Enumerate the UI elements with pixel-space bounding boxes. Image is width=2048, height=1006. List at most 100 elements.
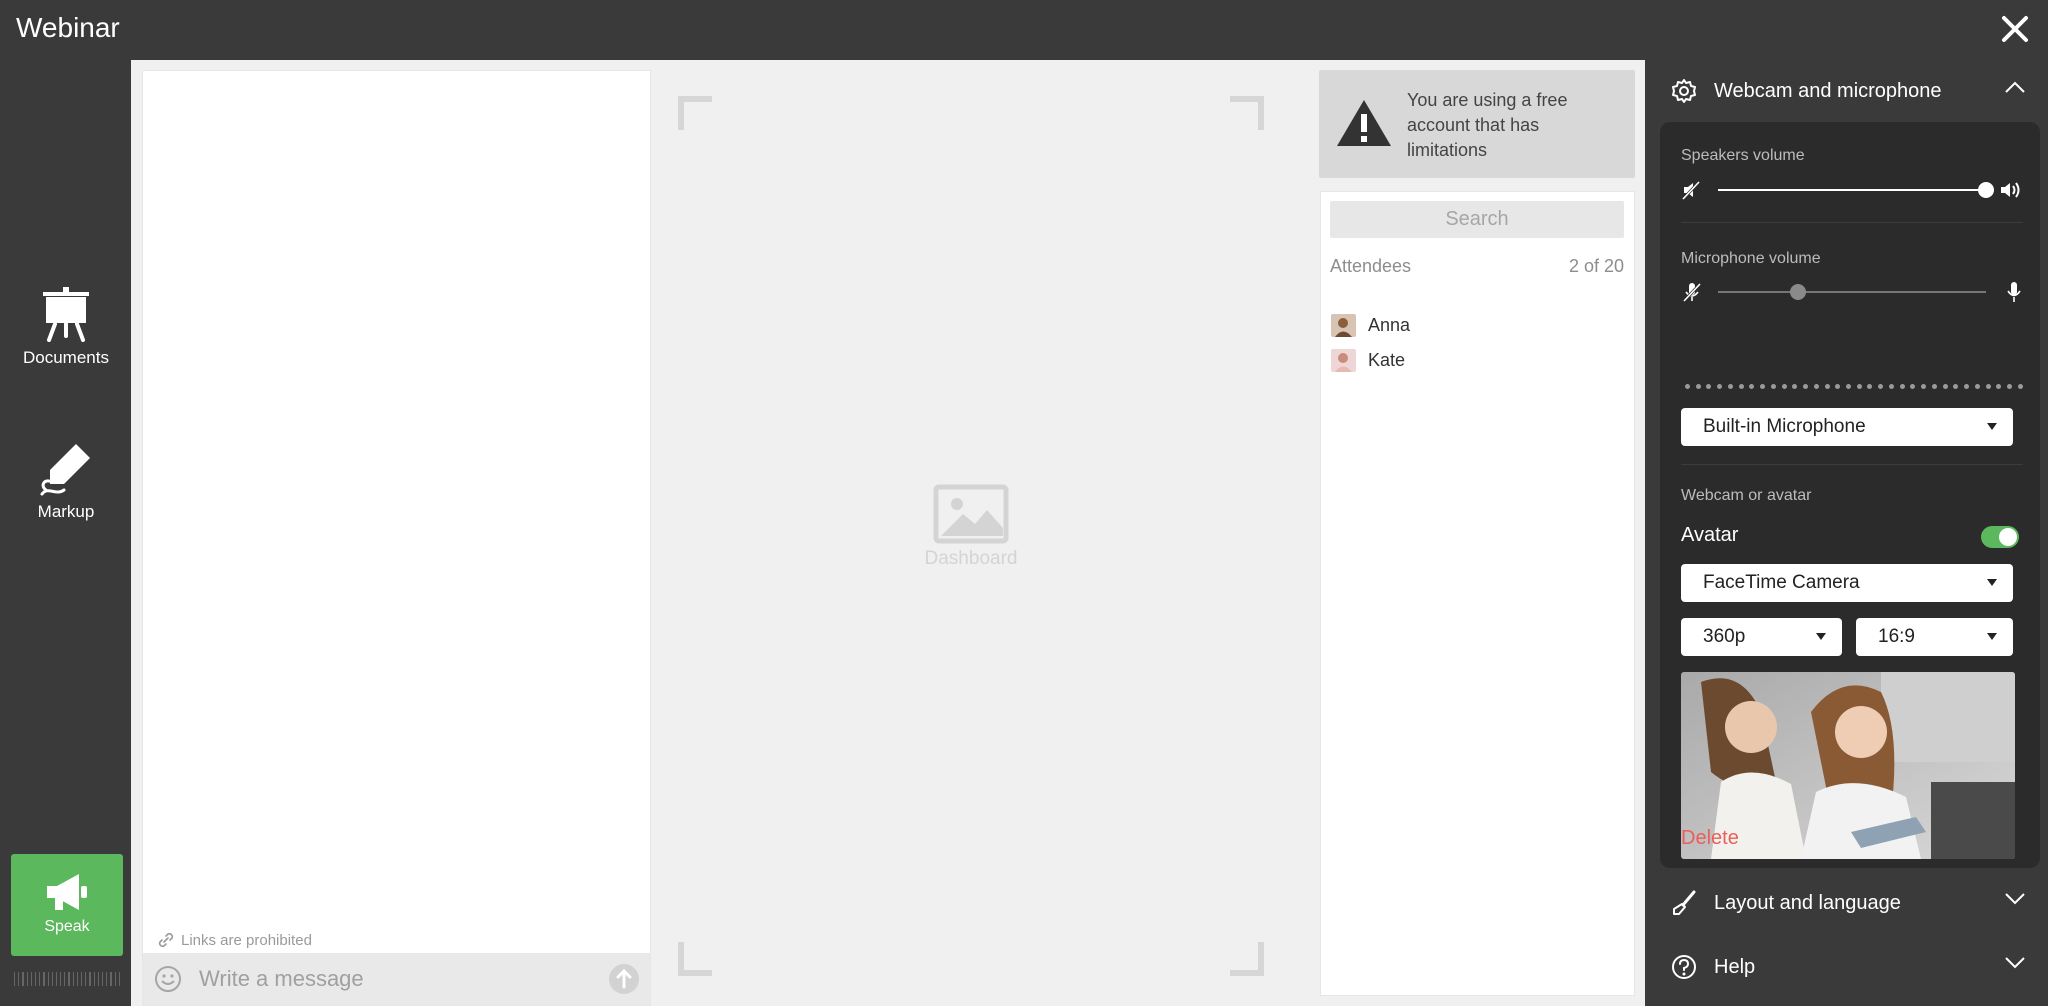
sidebar-item-label: Documents <box>23 348 109 367</box>
level-dot <box>1942 384 1948 389</box>
avatar-toggle[interactable] <box>1981 526 2019 548</box>
links-note-text: Links are prohibited <box>181 931 312 949</box>
sidebar-item-markup[interactable]: Markup <box>0 440 132 522</box>
speaker-loud-icon[interactable] <box>1999 179 2023 201</box>
chevron-down-icon <box>2005 893 2025 905</box>
select-value: Built-in Microphone <box>1703 416 1866 437</box>
level-dot <box>1899 384 1905 389</box>
main-area: Links are prohibited Write a message Das… <box>131 60 1645 1006</box>
help-section-header[interactable]: Help <box>1646 939 2048 995</box>
level-dot <box>1931 384 1937 389</box>
slider-track[interactable] <box>1718 284 1986 300</box>
paintbrush-icon <box>1673 890 1696 915</box>
level-dot <box>1813 384 1819 389</box>
message-input[interactable] <box>183 966 608 992</box>
divider <box>1681 464 2023 465</box>
close-icon <box>2002 16 2028 42</box>
resolution-select[interactable]: 360p <box>1681 618 1842 656</box>
slider-track[interactable] <box>1718 182 1994 198</box>
microphone-volume-label: Microphone volume <box>1681 250 1821 267</box>
delete-button[interactable]: Delete <box>1681 827 1739 850</box>
microphone-volume-slider[interactable] <box>1681 279 2023 305</box>
chat-panel: Links are prohibited <box>142 70 651 1006</box>
level-dot <box>1685 384 1690 389</box>
caret-down-icon <box>1816 633 1826 640</box>
speak-button[interactable]: Speak <box>11 854 123 956</box>
caret-down-icon <box>1987 423 1997 430</box>
level-dot <box>1781 384 1787 389</box>
marker-pen-icon <box>40 444 90 496</box>
close-button[interactable] <box>1998 12 2032 46</box>
chat-input-row <box>143 953 650 1005</box>
level-dot <box>1706 384 1712 389</box>
attendees-count: 2 of 20 <box>1568 256 1624 276</box>
dashboard-label: Dashboard <box>924 548 1018 569</box>
section-title: Layout and language <box>1714 891 1901 914</box>
app-title: Webinar <box>16 12 120 43</box>
level-dot <box>1846 384 1852 389</box>
level-dot <box>1835 384 1841 389</box>
level-dot <box>1985 384 1991 389</box>
caret-down-icon <box>1987 579 1997 586</box>
select-value: 360p <box>1703 626 1746 647</box>
speakers-volume-slider[interactable] <box>1681 177 2023 203</box>
send-arrow-icon[interactable] <box>608 963 640 995</box>
webcam-microphone-section-body: Speakers volume Microphone volume Built-… <box>1660 122 2040 868</box>
question-circle-icon <box>1672 955 1696 979</box>
select-value: 16:9 <box>1878 626 1915 647</box>
aspect-ratio-select[interactable]: 16:9 <box>1856 618 2013 656</box>
level-dot <box>1996 384 2002 389</box>
frame-corner <box>1230 942 1264 976</box>
list-item[interactable]: Kate <box>1331 343 1621 378</box>
divider <box>1681 222 2023 223</box>
attendees-list: Anna Kate <box>1331 308 1621 378</box>
level-dot <box>1727 384 1733 389</box>
section-title: Webcam and microphone <box>1714 79 1942 102</box>
slider-thumb[interactable] <box>1978 182 1994 198</box>
level-dot <box>1953 384 1959 389</box>
level-dot <box>1964 384 1970 389</box>
microphone-icon[interactable] <box>2005 281 2023 303</box>
toggle-knob <box>1999 528 2017 546</box>
list-item[interactable]: Anna <box>1331 308 1621 343</box>
warning-icon <box>1337 100 1391 146</box>
section-title: Help <box>1714 955 1756 978</box>
speaker-mute-icon[interactable] <box>1681 179 1703 201</box>
level-dot <box>2017 384 2023 389</box>
megaphone-icon <box>47 874 87 910</box>
level-dot <box>1824 384 1830 389</box>
dashboard-area[interactable]: Dashboard <box>651 70 1291 1006</box>
settings-panel: Webcam and microphone Speakers volume Mi… <box>1646 60 2048 1006</box>
webcam-avatar-label: Webcam or avatar <box>1681 487 1812 504</box>
avatar <box>1331 349 1356 372</box>
microphone-mute-icon[interactable] <box>1681 281 1703 303</box>
frame-corner <box>678 96 712 130</box>
links-note: Links are prohibited <box>157 931 312 949</box>
level-dot <box>1867 384 1873 389</box>
notice-text: You are using a free account that has li… <box>1407 90 1568 160</box>
attendees-search-input[interactable] <box>1330 201 1624 238</box>
free-account-notice: You are using a free account that has li… <box>1319 70 1635 178</box>
level-dot <box>1878 384 1884 389</box>
level-dot <box>1910 384 1916 389</box>
level-dot <box>1974 384 1980 389</box>
level-dot <box>1921 384 1927 389</box>
slider-fill <box>1718 189 1986 191</box>
emoji-icon[interactable] <box>153 964 183 994</box>
layout-language-section-header[interactable]: Layout and language <box>1646 875 2048 931</box>
link-icon <box>158 932 174 948</box>
dashboard-placeholder: Dashboard <box>651 484 1291 570</box>
image-placeholder-icon <box>933 484 1009 544</box>
sidebar-item-documents[interactable]: Documents <box>0 286 132 368</box>
speak-level-meter <box>14 972 120 986</box>
camera-device-select[interactable]: FaceTime Camera <box>1681 564 2013 602</box>
speakers-volume-label: Speakers volume <box>1681 147 1805 164</box>
level-dot <box>1803 384 1809 389</box>
level-dot <box>1760 384 1766 389</box>
presentation-board-icon <box>43 287 89 342</box>
microphone-device-select[interactable]: Built-in Microphone <box>1681 408 2013 446</box>
level-dot <box>1695 384 1701 389</box>
avatar <box>1331 314 1356 337</box>
webcam-microphone-section-header[interactable]: Webcam and microphone <box>1646 63 2048 119</box>
slider-thumb[interactable] <box>1790 284 1807 300</box>
